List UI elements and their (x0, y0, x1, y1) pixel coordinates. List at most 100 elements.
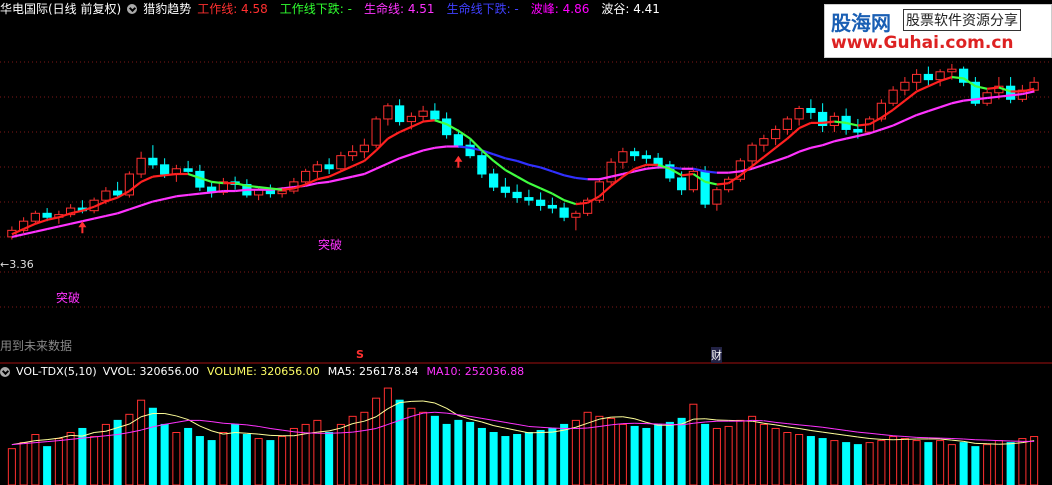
volume-bar-77 (912, 440, 921, 485)
volume-bar-17 (207, 440, 216, 485)
volume-ma10-seg-46 (540, 426, 553, 429)
volume-bar-14 (172, 432, 181, 485)
candle-body-72 (853, 128, 863, 133)
work-line-seg-14 (164, 172, 177, 177)
volume-ma5-seg-36 (423, 400, 435, 404)
candle-body-15 (183, 168, 193, 172)
volume-bar-5 (66, 432, 75, 485)
volume-ma5-seg-73 (857, 436, 870, 440)
life-line-seg-70 (822, 140, 835, 147)
work-line-seg-20 (234, 182, 248, 187)
volume-ma5-seg-27 (317, 430, 330, 433)
life-line-seg-65 (763, 159, 776, 166)
work-line-seg-48 (563, 199, 577, 206)
life-line-seg-32 (375, 162, 389, 170)
volume-bar-20 (242, 434, 251, 485)
stock-title: 华电国际(日线 前复权) (0, 2, 122, 16)
volume-bar-8 (101, 423, 110, 485)
volume-ma10-seg-35 (411, 412, 424, 417)
life-line-seg-62 (728, 170, 741, 174)
life-line-seg-66 (775, 155, 788, 162)
indicator-value-5: 波谷: 4.41 (601, 2, 660, 16)
candle-body-13 (160, 164, 170, 175)
volume-bar-15 (184, 427, 193, 485)
volume-ma10-seg-74 (869, 432, 882, 436)
volume-bar-57 (677, 417, 686, 485)
volume-bar-75 (889, 436, 898, 485)
volume-bar-69 (818, 438, 827, 485)
life-line-seg-86 (1010, 92, 1023, 97)
indicator-name[interactable]: 猎豹趋势 (143, 0, 191, 18)
volume-ma10-seg-1 (11, 443, 24, 446)
volume-bar-65 (771, 427, 780, 485)
life-line-seg-82 (963, 98, 976, 102)
volume-value-3: MA10: 252036.88 (426, 365, 525, 378)
volume-ma5-seg-70 (822, 431, 835, 435)
candle-body-80 (947, 68, 957, 73)
volume-bar-19 (231, 423, 240, 485)
volume-ma10-seg-31 (364, 427, 377, 431)
volume-ma10-seg-25 (293, 431, 306, 434)
work-line-seg-36 (423, 119, 435, 123)
volume-ma10-seg-17 (199, 419, 212, 423)
volume-bar-6 (78, 427, 87, 485)
volume-ma5-seg-66 (775, 424, 788, 428)
volume-bar-78 (924, 442, 933, 485)
candle-body-26 (312, 164, 322, 172)
future-data-note: 用到未来数据 (0, 339, 73, 353)
life-line-seg-71 (834, 137, 847, 143)
candle-body-65 (771, 128, 781, 140)
volume-dropdown-icon[interactable] (0, 367, 10, 377)
life-line-seg-9 (105, 212, 118, 218)
volume-ma5-seg-64 (752, 420, 764, 424)
work-line-seg-46 (540, 187, 553, 195)
dropdown-circle-icon[interactable] (127, 4, 138, 14)
candle-body-33 (395, 105, 405, 123)
volume-ma10-seg-70 (822, 426, 835, 430)
volume-value-2: MA5: 256178.84 (327, 365, 419, 378)
life-line-seg-36 (422, 146, 436, 152)
signal-marker-s: S (356, 348, 364, 361)
breakout-arrow-1 (78, 221, 87, 234)
volume-bar-28 (336, 423, 345, 485)
candle-body-46 (547, 204, 557, 209)
volume-ma10-seg-24 (282, 429, 294, 433)
volume-ma5-seg-4 (47, 437, 59, 441)
volume-ma5-seg-3 (35, 439, 48, 442)
logo-tagline: 股票软件资源分享 (903, 9, 1021, 31)
work-line-seg-49 (575, 201, 588, 206)
work-line-seg-71 (834, 120, 847, 124)
volume-ma5-seg-69 (810, 429, 823, 433)
volume-ma5-seg-25 (293, 433, 306, 437)
life-line-seg-13 (152, 197, 165, 203)
volume-ma5-seg-8 (94, 430, 106, 433)
volume-bar-33 (395, 399, 404, 485)
volume-bar-40 (477, 427, 486, 485)
volume-bar-68 (806, 436, 815, 485)
volume-ma10-seg-41 (481, 417, 494, 421)
candle-body-30 (359, 144, 369, 153)
work-line-seg-61 (716, 182, 729, 186)
candle-body-42 (500, 186, 510, 193)
life-line-seg-68 (798, 146, 812, 153)
volume-bar-54 (642, 427, 651, 485)
volume-ma5-seg-43 (505, 427, 518, 431)
volume-ma5-seg-72 (846, 434, 858, 438)
volume-ma5-seg-32 (375, 408, 389, 418)
volume-bar-26 (313, 419, 322, 485)
volume-indicator-name[interactable]: VOL-TDX(5,10) (16, 364, 97, 380)
life-line-seg-49 (575, 176, 588, 181)
work-line-seg-30 (352, 159, 365, 168)
work-line-seg-81 (951, 75, 964, 80)
volume-ma10-seg-42 (493, 419, 506, 423)
life-line-seg-37 (434, 145, 447, 149)
volume-ma5-seg-21 (246, 432, 259, 435)
candle-body-9 (113, 190, 123, 196)
work-line-seg-77 (904, 90, 918, 102)
volume-ma10-seg-18 (211, 421, 224, 424)
volume-ma10-seg-59 (693, 421, 706, 424)
candle-body-66 (782, 118, 792, 130)
life-line-seg-44 (516, 159, 530, 166)
life-line-seg-33 (387, 157, 401, 165)
volume-bar-67 (795, 434, 804, 485)
